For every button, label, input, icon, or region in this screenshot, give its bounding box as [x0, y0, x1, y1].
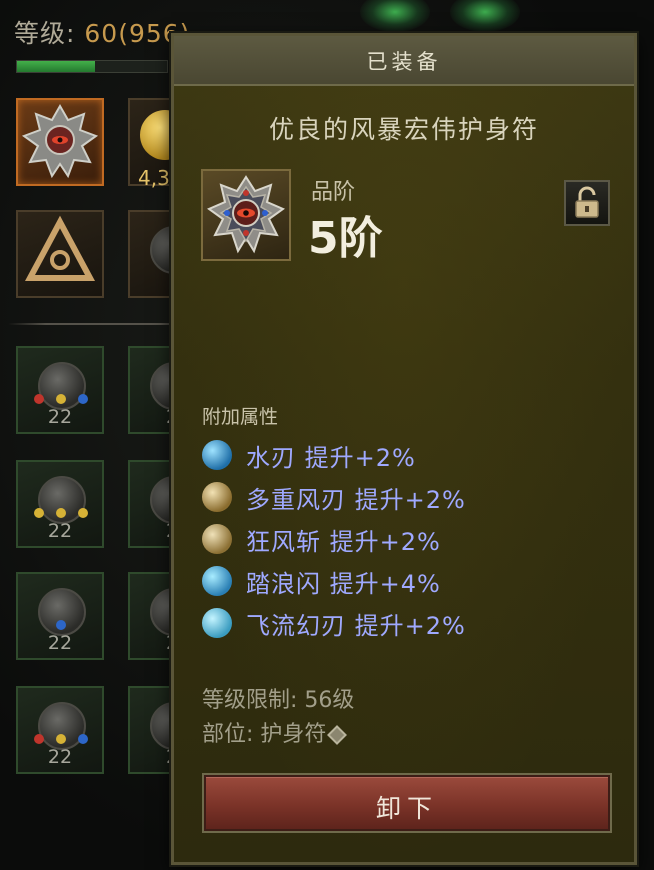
multi-wind-blade-skill-icon — [202, 482, 232, 512]
blue-gem-icon — [78, 394, 88, 404]
attribute-text: 水刃 提升+2% — [246, 444, 416, 472]
storm-amulet-icon — [206, 175, 286, 254]
water-blade-skill-icon — [202, 440, 232, 470]
green-glow-effect — [360, 0, 430, 32]
item-level: 22 — [47, 406, 73, 428]
game-screen: 等级: 60(956) 4,3 22 22 22 22 已装备 优良的风暴宏伟护… — [0, 0, 654, 870]
red-gem-icon — [34, 734, 44, 744]
gale-slash-skill-icon — [202, 524, 232, 554]
equipment-slot[interactable] — [16, 210, 104, 298]
lock-toggle-button[interactable] — [564, 180, 610, 226]
red-gem-icon — [34, 394, 44, 404]
experience-bar — [16, 60, 168, 73]
wave-flash-skill-icon — [202, 566, 232, 596]
item-tooltip-panel: 已装备 优良的风暴宏伟护身符 品阶 5阶 附加属性 水刃 提升+2% 多重风刃 … — [171, 33, 637, 865]
triangle-rune-icon — [24, 215, 96, 281]
tooltip-header: 已装备 — [174, 36, 634, 86]
item-level: 22 — [47, 520, 73, 542]
inventory-item[interactable]: 22 — [16, 460, 104, 548]
yellow-gem-icon — [56, 394, 66, 404]
storm-amulet-icon — [21, 103, 99, 179]
item-level: 22 — [47, 746, 73, 768]
equipped-status-label: 已装备 — [366, 50, 442, 74]
attribute-text: 飞流幻刃 提升+2% — [246, 612, 466, 640]
inventory-item[interactable]: 22 — [16, 572, 104, 660]
grade-value: 5阶 — [308, 213, 383, 264]
green-glow-effect — [450, 0, 520, 32]
experience-bar-fill — [17, 61, 95, 72]
unequip-button[interactable]: 卸下 — [204, 775, 610, 831]
unequip-button-label: 卸下 — [375, 794, 438, 823]
gold-amount: 4,3 — [138, 166, 170, 190]
yellow-gem-icon — [78, 508, 88, 518]
item-level: 22 — [47, 632, 73, 654]
unlocked-padlock-icon — [575, 186, 599, 218]
flowing-phantom-blade-skill-icon — [202, 608, 232, 638]
blue-gem-icon — [78, 734, 88, 744]
level-requirement: 等级限制: 56级 — [202, 688, 355, 713]
yellow-gem-icon — [34, 508, 44, 518]
equipment-slot-info: 部位: 护身符 — [202, 716, 348, 748]
amulet-slot-icon — [327, 725, 348, 745]
blue-gem-icon — [56, 620, 66, 630]
item-icon-frame — [201, 169, 291, 261]
inventory-item[interactable]: 22 — [16, 346, 104, 434]
attribute-text: 狂风斩 提升+2% — [246, 528, 441, 556]
equipped-amulet-slot[interactable] — [16, 98, 104, 186]
attributes-section-title: 附加属性 — [202, 406, 279, 428]
item-name: 优良的风暴宏伟护身符 — [268, 115, 539, 144]
yellow-gem-icon — [56, 508, 66, 518]
yellow-gem-icon — [56, 734, 66, 744]
attribute-text: 踏浪闪 提升+4% — [246, 570, 441, 598]
inventory-divider — [8, 323, 198, 325]
character-level: 等级: 60(956) — [14, 14, 190, 50]
inventory-item[interactable]: 22 — [16, 686, 104, 774]
attribute-text: 多重风刃 提升+2% — [246, 486, 466, 514]
level-label: 等级: — [14, 19, 76, 48]
slot-text: 部位: 护身符 — [202, 722, 327, 747]
